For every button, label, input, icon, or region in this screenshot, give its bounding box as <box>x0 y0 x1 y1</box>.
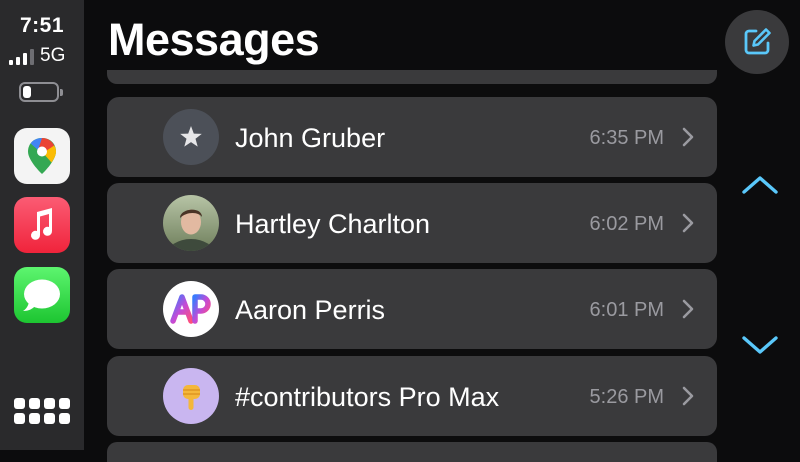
contact-photo-avatar <box>163 195 219 251</box>
network-label: 5G <box>40 45 66 66</box>
page-title: Messages <box>108 14 320 65</box>
status-time: 7:51 <box>19 14 65 37</box>
maps-app-icon[interactable] <box>14 128 70 184</box>
battery-icon <box>19 82 63 102</box>
conversation-time: 5:26 PM <box>589 386 664 408</box>
chevron-right-icon <box>682 299 694 319</box>
scroll-down-chevron-icon[interactable] <box>738 330 782 360</box>
signal-bars-icon <box>9 49 34 65</box>
pointing-hand-avatar-icon <box>163 368 219 424</box>
conversation-name: #contributors Pro Max <box>235 382 500 412</box>
conversation-time: 6:01 PM <box>589 299 664 321</box>
star-avatar-icon <box>163 109 219 165</box>
list-item-partial <box>107 442 717 462</box>
scroll-up-chevron-icon[interactable] <box>738 170 782 200</box>
conversation-name: John Gruber <box>235 123 386 153</box>
music-app-icon[interactable] <box>14 197 70 253</box>
conversation-name: Aaron Perris <box>235 295 386 325</box>
conversation-row[interactable]: Hartley Charlton 6:02 PM <box>107 183 717 263</box>
signal-status: 5G <box>9 45 66 66</box>
conversation-time: 6:02 PM <box>589 213 664 235</box>
chevron-right-icon <box>682 213 694 233</box>
list-item-partial <box>107 70 717 84</box>
conversation-row[interactable]: Aaron Perris 6:01 PM <box>107 269 717 349</box>
compose-button[interactable] <box>725 10 789 74</box>
conversation-name: Hartley Charlton <box>235 209 431 239</box>
dock: 7:51 5G <box>0 0 84 450</box>
ap-logo-avatar <box>163 281 219 337</box>
conversation-row[interactable]: John Gruber 6:35 PM <box>107 97 717 177</box>
messages-app-icon[interactable] <box>14 267 70 323</box>
chevron-right-icon <box>682 127 694 147</box>
app-grid-icon[interactable] <box>14 398 70 428</box>
conversation-time: 6:35 PM <box>589 127 664 149</box>
conversation-row[interactable]: #contributors Pro Max 5:26 PM <box>107 356 717 436</box>
chevron-right-icon <box>682 386 694 406</box>
compose-icon <box>744 28 771 55</box>
